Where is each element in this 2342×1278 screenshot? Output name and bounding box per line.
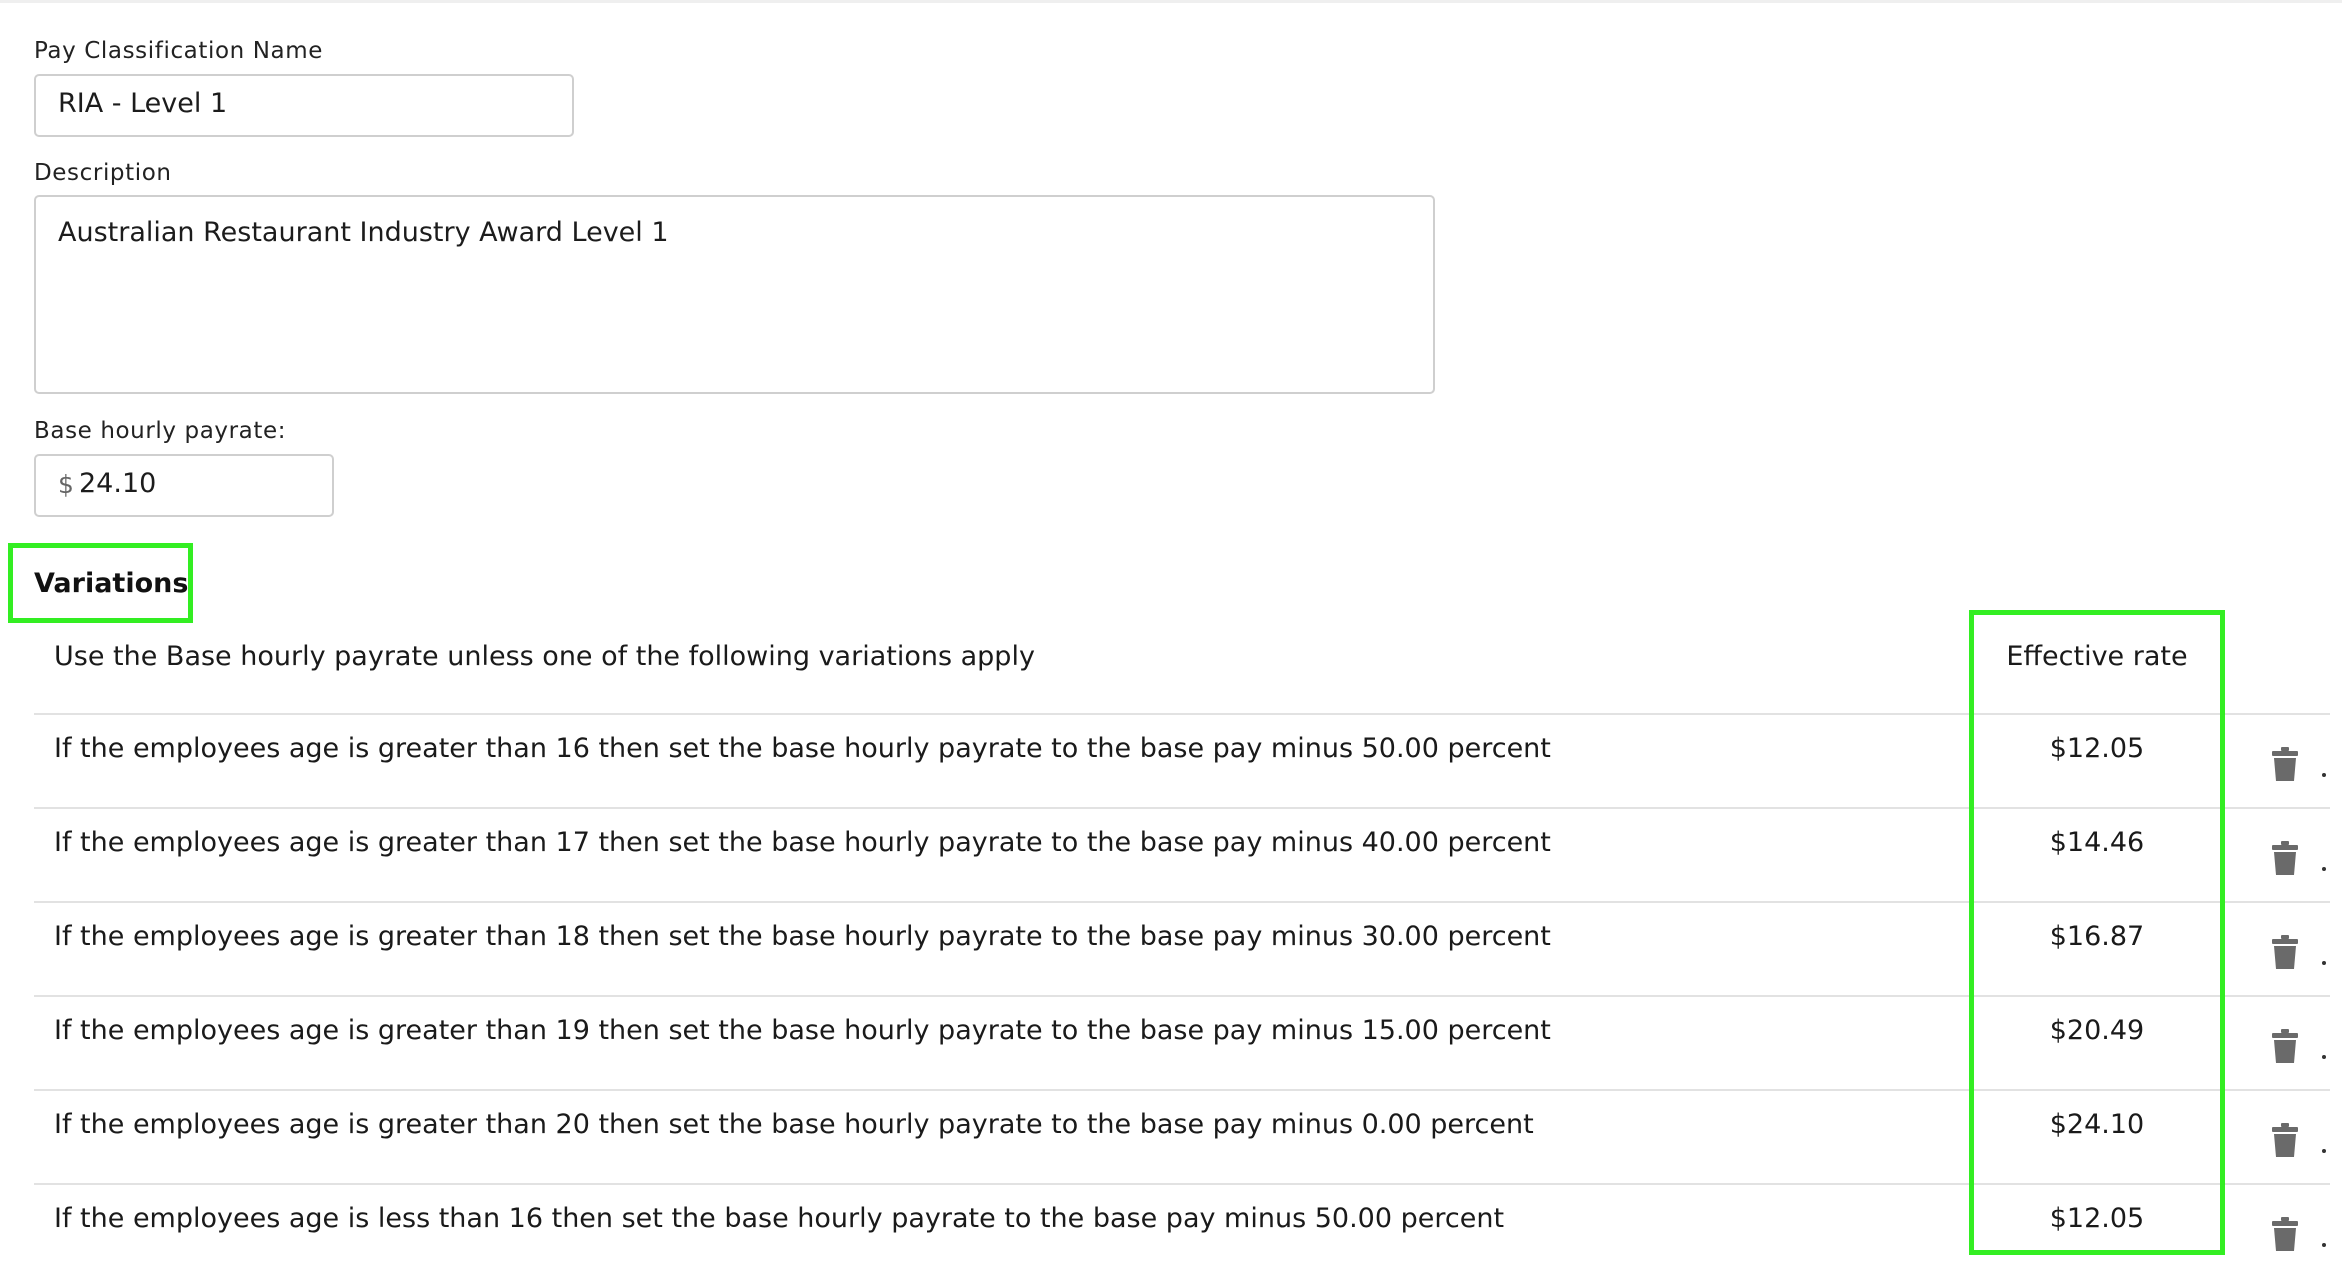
description-textarea[interactable]: Australian Restaurant Industry Award Lev… bbox=[34, 195, 1435, 394]
variations-heading: Variations bbox=[34, 568, 189, 599]
variation-rule-text: If the employees age is greater than 19 … bbox=[54, 1015, 1551, 1046]
base-rate-input[interactable]: $ 24.10 bbox=[34, 454, 334, 517]
name-label: Pay Classification Name bbox=[34, 38, 324, 64]
variation-effective-rate: $12.05 bbox=[2049, 733, 2145, 764]
row-handle[interactable] bbox=[2322, 1243, 2326, 1247]
variation-effective-rate: $24.10 bbox=[2049, 1109, 2145, 1140]
variation-rule-text: If the employees age is greater than 16 … bbox=[54, 733, 1551, 764]
trash-icon[interactable] bbox=[2272, 1217, 2298, 1251]
trash-icon[interactable] bbox=[2272, 747, 2298, 781]
currency-symbol: $ bbox=[58, 470, 74, 499]
row-handle[interactable] bbox=[2322, 867, 2326, 871]
row-handle[interactable] bbox=[2322, 773, 2326, 777]
variation-row: If the employees age is greater than 19 … bbox=[34, 995, 2330, 1089]
variations-intro: Use the Base hourly payrate unless one o… bbox=[54, 641, 1035, 672]
variation-rule-text: If the employees age is greater than 18 … bbox=[54, 921, 1551, 952]
variation-rule-text: If the employees age is greater than 20 … bbox=[54, 1109, 1534, 1140]
name-value: RIA - Level 1 bbox=[58, 88, 228, 119]
top-divider bbox=[0, 0, 2342, 3]
variation-row: If the employees age is greater than 17 … bbox=[34, 807, 2330, 901]
trash-icon[interactable] bbox=[2272, 1029, 2298, 1063]
variation-effective-rate: $20.49 bbox=[2049, 1015, 2145, 1046]
variations-list: If the employees age is greater than 16 … bbox=[34, 713, 2330, 1277]
variation-row: If the employees age is greater than 16 … bbox=[34, 713, 2330, 807]
description-value: Australian Restaurant Industry Award Lev… bbox=[58, 217, 669, 248]
base-rate-label: Base hourly payrate: bbox=[34, 418, 287, 444]
row-handle[interactable] bbox=[2322, 1055, 2326, 1059]
row-handle[interactable] bbox=[2322, 1149, 2326, 1153]
trash-icon[interactable] bbox=[2272, 841, 2298, 875]
variation-effective-rate: $14.46 bbox=[2049, 827, 2145, 858]
name-input[interactable]: RIA - Level 1 bbox=[34, 74, 574, 137]
variation-effective-rate: $16.87 bbox=[2049, 921, 2145, 952]
base-rate-value: 24.10 bbox=[79, 468, 157, 499]
variation-effective-rate: $12.05 bbox=[2049, 1203, 2145, 1234]
variation-rule-text: If the employees age is less than 16 the… bbox=[54, 1203, 1505, 1234]
trash-icon[interactable] bbox=[2272, 935, 2298, 969]
row-handle[interactable] bbox=[2322, 961, 2326, 965]
variation-row: If the employees age is greater than 20 … bbox=[34, 1089, 2330, 1183]
effective-rate-header: Effective rate bbox=[2006, 641, 2188, 672]
description-label: Description bbox=[34, 160, 172, 186]
variation-rule-text: If the employees age is greater than 17 … bbox=[54, 827, 1551, 858]
variation-row: If the employees age is less than 16 the… bbox=[34, 1183, 2330, 1277]
variation-row: If the employees age is greater than 18 … bbox=[34, 901, 2330, 995]
trash-icon[interactable] bbox=[2272, 1123, 2298, 1157]
pay-classification-form: Pay Classification Name RIA - Level 1 De… bbox=[0, 0, 2342, 1278]
